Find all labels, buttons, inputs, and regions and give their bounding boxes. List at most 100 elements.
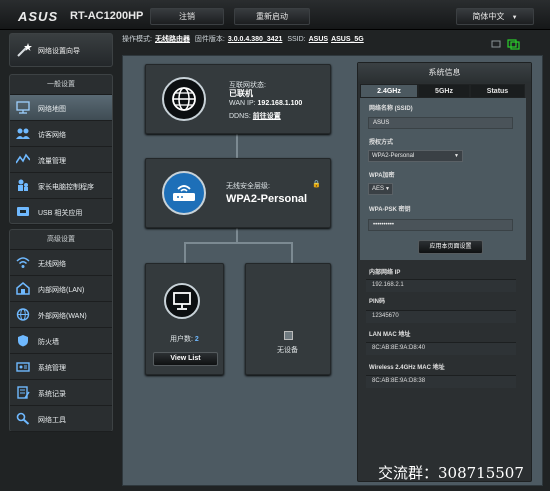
connector-line bbox=[291, 242, 293, 264]
connector-line bbox=[236, 227, 238, 243]
mode-label: 操作模式: bbox=[122, 36, 152, 43]
internet-status-card[interactable]: 互联网状态: 已联机 WAN IP: 192.168.1.100 DDNS: 前… bbox=[145, 64, 331, 134]
connector-line bbox=[184, 242, 292, 244]
general-item[interactable]: 网络地图 bbox=[10, 95, 112, 121]
reboot-button[interactable]: 重新启动 bbox=[234, 8, 310, 25]
usb-device-card[interactable]: 无设备 bbox=[245, 263, 331, 375]
advanced-item[interactable]: 防火墙 bbox=[10, 328, 112, 354]
chevron-down-icon: ▼ bbox=[454, 153, 459, 159]
tab-status[interactable]: Status bbox=[470, 84, 525, 98]
language-select[interactable]: 简体中文 ▼ bbox=[456, 8, 534, 25]
ssid-label: SSID: bbox=[287, 36, 306, 43]
view-list-button[interactable]: View List bbox=[153, 352, 218, 366]
ddns-row: DDNS: 前往设置 bbox=[229, 111, 281, 121]
network-tools-icon bbox=[16, 412, 30, 425]
general-item[interactable]: USB 相关应用 bbox=[10, 199, 112, 225]
auth-method-value: WPA2-Personal bbox=[372, 153, 415, 159]
advanced-menu-list: 无线网络内部网络(LAN) 外部网络(WAN) 防火墙系统管理系统记录网络工具 bbox=[10, 250, 112, 432]
monitor-icon bbox=[164, 283, 200, 319]
parental-control-icon bbox=[16, 179, 30, 192]
advanced-item-label: 防火墙 bbox=[38, 339, 59, 346]
chevron-down-icon: ▼ bbox=[511, 15, 518, 21]
wan-ip-row: WAN IP: 192.168.1.100 bbox=[229, 100, 302, 107]
advanced-item[interactable]: 网络工具 bbox=[10, 406, 112, 432]
general-menu: 一般设置 网络地图访客网络流量管理家长电脑控制程序 USB 相关应用 bbox=[9, 74, 113, 225]
router-security-card[interactable]: 无线安全层级: 🔒 WPA2-Personal bbox=[145, 158, 331, 228]
wireless-icon bbox=[16, 256, 30, 269]
tab-2-4ghz[interactable]: 2.4GHz bbox=[360, 84, 418, 98]
router-admin-page: ASUS RT-AC1200HP 注销 重新启动 简体中文 ▼ 操作模式: 无线路… bbox=[0, 0, 550, 491]
administration-icon bbox=[16, 360, 30, 373]
general-item[interactable]: 流量管理 bbox=[10, 147, 112, 173]
ddns-label: DDNS: bbox=[229, 113, 251, 120]
status-icons bbox=[488, 37, 528, 50]
ssid-5g-link[interactable]: ASUS_5G bbox=[331, 36, 364, 43]
usb-status-icon[interactable] bbox=[488, 38, 528, 50]
wan-icon bbox=[16, 308, 30, 321]
router-model: RT-AC1200HP bbox=[70, 10, 144, 22]
system-status-title: 系统信息 bbox=[358, 63, 531, 83]
advanced-item-label: 网络工具 bbox=[38, 417, 66, 424]
psk-label: WPA-PSK 密钥 bbox=[369, 207, 411, 213]
general-item-label: 家长电脑控制程序 bbox=[38, 184, 94, 191]
advanced-menu: 高级设置 无线网络内部网络(LAN) 外部网络(WAN) 防火墙系统管理系统记录网络… bbox=[9, 229, 113, 432]
firmware-label: 固件版本: bbox=[194, 36, 225, 43]
advanced-item[interactable]: 系统管理 bbox=[10, 354, 112, 380]
advanced-item[interactable]: 内部网络(LAN) bbox=[10, 276, 112, 302]
wan-ip-value: 192.168.1.100 bbox=[257, 100, 303, 107]
watermark-text: 交流群：308715507 bbox=[378, 464, 524, 482]
system-log-icon bbox=[16, 386, 30, 399]
internet-status-value: 已联机 bbox=[229, 89, 253, 98]
general-item-label: USB 相关应用 bbox=[38, 210, 83, 217]
wan-ip-label: WAN IP: bbox=[229, 100, 256, 107]
encryption-label: WPA加密 bbox=[369, 173, 395, 179]
mode-link[interactable]: 无线路由器 bbox=[155, 36, 190, 43]
general-item-label: 访客网络 bbox=[38, 132, 66, 139]
general-item-label: 网络地图 bbox=[38, 106, 66, 113]
asus-logo: ASUS bbox=[18, 9, 59, 24]
firmware-link[interactable]: 3.0.0.4.380_3421 bbox=[228, 36, 283, 43]
wireless-mac-value: 8C:AB:8E:9A:D8:38 bbox=[366, 375, 516, 388]
advanced-header: 高级设置 bbox=[10, 230, 112, 250]
ssid-24-link[interactable]: ASUS bbox=[309, 36, 328, 43]
advanced-item-label: 无线网络 bbox=[38, 261, 66, 268]
firewall-icon bbox=[16, 334, 30, 347]
logout-button[interactable]: 注销 bbox=[150, 8, 224, 25]
encryption-value: AES bbox=[372, 186, 385, 192]
globe-icon bbox=[162, 77, 206, 121]
no-device-label: 无设备 bbox=[277, 347, 298, 354]
lan-ip-label: 内部网络 IP bbox=[369, 270, 401, 276]
advanced-item[interactable]: 无线网络 bbox=[10, 250, 112, 276]
ssid-field-label: 网络名称 (SSID) bbox=[369, 106, 413, 112]
ddns-link[interactable]: 前往设置 bbox=[253, 113, 281, 120]
lan-icon bbox=[16, 282, 30, 295]
general-item[interactable]: 家长电脑控制程序 bbox=[10, 173, 112, 199]
usb-icon bbox=[16, 205, 30, 218]
lan-ip-value: 192.168.2.1 bbox=[366, 279, 516, 292]
security-value: WPA2-Personal bbox=[226, 193, 308, 205]
magic-wand-icon bbox=[17, 43, 32, 57]
general-item[interactable]: 访客网络 bbox=[10, 121, 112, 147]
auth-method-select[interactable]: WPA2-Personal ▼ bbox=[368, 150, 463, 162]
quick-setup-button[interactable]: 网络设置向导 bbox=[9, 33, 113, 67]
tab-5ghz[interactable]: 5GHz bbox=[418, 84, 470, 98]
ssid-input[interactable]: ASUS bbox=[368, 117, 513, 129]
lan-mac-label: LAN MAC 地址 bbox=[369, 332, 411, 338]
router-icon bbox=[162, 171, 206, 215]
general-header: 一般设置 bbox=[10, 75, 112, 95]
advanced-item[interactable]: 系统记录 bbox=[10, 380, 112, 406]
general-menu-list: 网络地图访客网络流量管理家长电脑控制程序 USB 相关应用 bbox=[10, 95, 112, 225]
clients-card[interactable]: 用户数: 2 View List bbox=[145, 263, 224, 375]
encryption-select[interactable]: AES ▼ bbox=[368, 183, 393, 195]
clients-label: 用户数: bbox=[170, 336, 193, 343]
advanced-item-label: 系统管理 bbox=[38, 365, 66, 372]
apply-settings-button[interactable]: 应用本页面设置 bbox=[418, 240, 483, 254]
advanced-item-label: 系统记录 bbox=[38, 391, 66, 398]
psk-input[interactable]: •••••••••• bbox=[368, 219, 513, 231]
advanced-item[interactable]: 外部网络(WAN) bbox=[10, 302, 112, 328]
advanced-item-label: 内部网络(LAN) bbox=[38, 287, 85, 294]
lock-icon: 🔒 bbox=[312, 181, 321, 188]
clients-row: 用户数: 2 bbox=[170, 334, 199, 344]
network-map-icon bbox=[16, 101, 30, 114]
connector-line bbox=[184, 242, 186, 264]
